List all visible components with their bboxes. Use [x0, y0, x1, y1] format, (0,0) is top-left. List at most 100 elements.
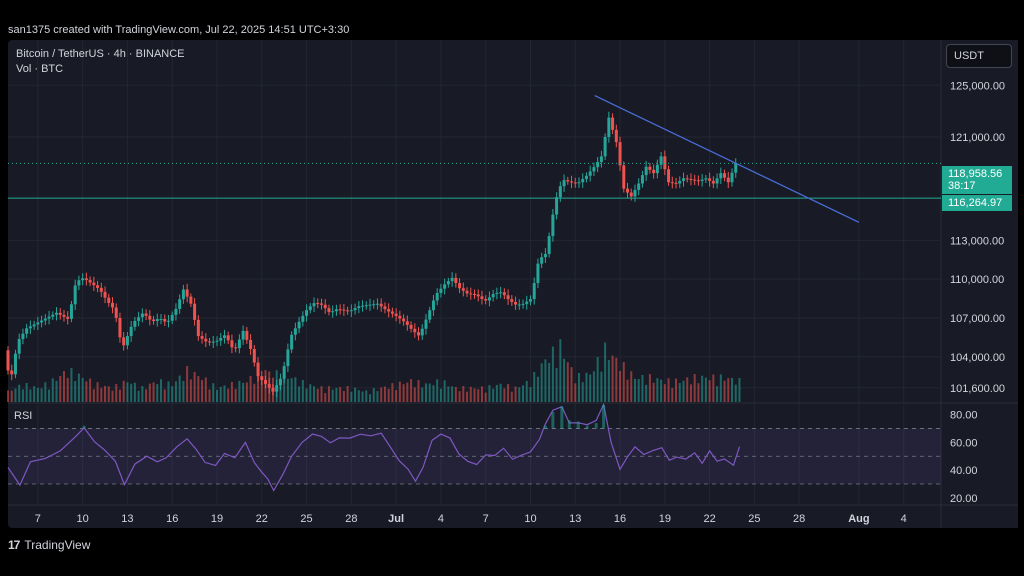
- candle-body: [622, 165, 626, 189]
- candle-body: [734, 163, 738, 173]
- volume-bar: [395, 390, 398, 402]
- volume-bar: [563, 358, 566, 402]
- candle-body: [338, 309, 342, 311]
- candle-body: [443, 284, 447, 289]
- rsi-tick-label: 20.00: [950, 493, 978, 505]
- candle-body: [607, 117, 611, 137]
- volume-bar: [74, 381, 77, 402]
- candle-body: [77, 280, 81, 286]
- candle-body: [282, 366, 286, 379]
- candle-body: [562, 180, 566, 187]
- candle-body: [726, 177, 730, 183]
- volume-bar: [85, 381, 88, 402]
- candle-body: [286, 349, 290, 367]
- candle-body: [551, 214, 555, 237]
- volume-bar: [398, 381, 401, 402]
- volume-bar: [428, 383, 431, 402]
- candle-body: [200, 336, 204, 339]
- candle-body: [211, 341, 215, 343]
- candle-body: [633, 189, 637, 197]
- volume-bar: [339, 387, 342, 402]
- candle-body: [517, 304, 521, 306]
- candle-body: [693, 179, 697, 181]
- volume-bar: [100, 387, 103, 402]
- volume-bar: [525, 380, 528, 402]
- volume-bar: [197, 376, 200, 402]
- tradingview-branding[interactable]: 17 TradingView: [8, 538, 90, 552]
- price-tick-label: 121,000.00: [950, 132, 1005, 144]
- symbol-legend[interactable]: Bitcoin / TetherUS · 4h · BINANCE Vol · …: [16, 47, 185, 77]
- volume-bar: [731, 377, 734, 402]
- candle-body: [663, 156, 667, 170]
- candle-body: [62, 314, 66, 317]
- candle-body: [390, 311, 394, 314]
- candle-body: [129, 326, 133, 337]
- candle-body: [361, 305, 365, 307]
- candle-body: [181, 289, 185, 300]
- time-tick-label: 22: [703, 513, 715, 525]
- volume-bar: [421, 387, 424, 402]
- candle-body: [159, 318, 163, 320]
- time-tick-label: 13: [121, 513, 133, 525]
- volume-bar: [462, 386, 465, 402]
- volume-bar: [559, 339, 562, 402]
- candle-body: [476, 294, 480, 297]
- currency-unit-button[interactable]: USDT: [946, 44, 1012, 68]
- volume-bar: [518, 387, 521, 402]
- candle-body: [51, 314, 55, 317]
- volume-bar: [503, 388, 506, 402]
- time-tick-label: Aug: [848, 513, 869, 525]
- volume-bar: [551, 346, 554, 402]
- candle-body: [581, 178, 585, 183]
- volume-bar: [645, 384, 648, 402]
- symbol-title[interactable]: Bitcoin / TetherUS · 4h · BINANCE: [16, 47, 185, 62]
- volume-bar: [391, 383, 394, 402]
- volume-bar: [249, 375, 252, 402]
- volume-bar: [21, 389, 24, 402]
- candle-body: [110, 302, 114, 308]
- volume-bar: [167, 381, 170, 402]
- time-tick-label: 28: [345, 513, 357, 525]
- volume-bar: [469, 386, 472, 402]
- volume-bar: [96, 382, 99, 402]
- volume-bar: [163, 389, 166, 402]
- volume-bar: [160, 379, 163, 402]
- candle-body: [237, 339, 241, 349]
- volume-bar: [510, 391, 513, 402]
- volume-legend[interactable]: Vol · BTC: [16, 62, 185, 77]
- volume-bar: [7, 390, 9, 402]
- rsi-legend[interactable]: RSI: [14, 410, 32, 422]
- volume-bar: [193, 371, 196, 402]
- candle-body: [473, 293, 476, 295]
- time-tick-label: 25: [748, 513, 760, 525]
- volume-bar: [376, 391, 379, 402]
- tradingview-brand-text[interactable]: TradingView: [24, 538, 90, 552]
- volume-bar: [44, 382, 47, 402]
- candle-body: [36, 322, 40, 325]
- candle-body: [323, 304, 327, 309]
- price-chart[interactable]: 125,000.00 121,000.00 113,000.00 110,000.00…: [0, 0, 1024, 576]
- candle-body: [252, 348, 256, 363]
- candle-body: [454, 277, 458, 284]
- candle-body: [55, 312, 59, 315]
- candle-body: [357, 306, 361, 309]
- candle-body: [375, 303, 379, 305]
- volume-bar: [592, 371, 595, 402]
- candle-body: [249, 339, 253, 349]
- volume-bar: [719, 374, 722, 402]
- volume-bar: [480, 386, 483, 402]
- candle-body: [431, 300, 435, 311]
- volume-bar: [148, 383, 151, 402]
- volume-bar: [215, 389, 218, 402]
- time-tick-label: 19: [659, 513, 671, 525]
- volume-bar: [290, 378, 293, 402]
- volume-bar: [369, 394, 372, 402]
- candle-body: [413, 328, 417, 333]
- candle-body: [528, 299, 532, 302]
- volume-bar: [40, 388, 43, 402]
- candle-body: [424, 319, 428, 329]
- candle-body: [204, 338, 208, 342]
- volume-bar: [186, 366, 189, 402]
- candle-body: [696, 180, 700, 182]
- candle-body: [6, 350, 10, 371]
